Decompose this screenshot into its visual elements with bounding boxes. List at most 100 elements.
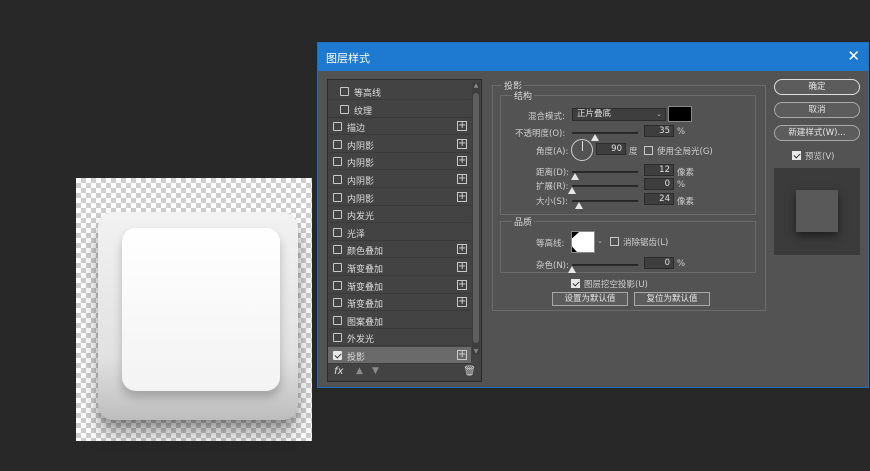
style-list-item[interactable]: 内阴影 + — [328, 153, 471, 171]
size-slider-thumb[interactable] — [574, 202, 583, 209]
distance-label: 距离(D): — [536, 168, 570, 178]
spread-slider-thumb[interactable] — [568, 187, 576, 194]
preview-checkbox[interactable] — [792, 151, 801, 160]
style-checkbox[interactable] — [333, 175, 342, 184]
style-list-item[interactable]: 内阴影 + — [328, 189, 471, 206]
style-label: 光泽 — [347, 229, 366, 240]
style-list-item[interactable]: 等高线 — [328, 83, 471, 100]
fx-button[interactable]: fx — [334, 366, 343, 377]
distance-slider-thumb[interactable] — [570, 173, 579, 180]
add-effect-icon[interactable]: + — [457, 156, 467, 167]
ok-button[interactable]: 确定 — [774, 79, 860, 95]
style-checkbox[interactable] — [333, 315, 342, 325]
chevron-down-icon: ⌄ — [656, 110, 662, 118]
opacity-slider[interactable] — [572, 132, 638, 134]
style-label: 纹理 — [354, 106, 373, 117]
global-light-checkbox[interactable] — [644, 146, 653, 155]
style-checkbox[interactable] — [333, 139, 342, 149]
style-checkbox[interactable] — [333, 263, 342, 272]
move-down-icon[interactable]: ▼ — [372, 366, 379, 376]
spread-input[interactable]: 0 — [644, 178, 674, 190]
close-icon[interactable]: ✕ — [847, 47, 860, 65]
styles-list: 等高线 纹理 描边 + 内阴影 + 内阴影 + 内阴影 + 内阴影 + 内发光 光泽 颜色叠加 + 渐变叠加 + 渐… — [327, 79, 482, 382]
noise-slider-thumb[interactable] — [568, 266, 576, 273]
size-input[interactable]: 24 — [644, 193, 674, 205]
style-checkbox[interactable] — [333, 351, 342, 360]
angle-dial[interactable] — [571, 139, 593, 161]
blend-mode-select[interactable]: 正片叠底 ⌄ — [572, 108, 666, 121]
style-checkbox[interactable] — [333, 227, 342, 237]
style-checkbox[interactable] — [333, 210, 342, 220]
opacity-input[interactable]: 35 — [644, 125, 674, 137]
style-list-item[interactable]: 颜色叠加 + — [328, 241, 471, 259]
style-list-item[interactable]: 描边 + — [328, 118, 471, 136]
style-list-item[interactable]: 内发光 — [328, 206, 471, 224]
reset-default-button[interactable]: 复位为默认值 — [634, 292, 710, 306]
opacity-label: 不透明度(O): — [515, 129, 566, 139]
opacity-slider-thumb[interactable] — [591, 134, 600, 141]
angle-label: 角度(A): — [536, 147, 569, 157]
angle-input[interactable]: 90 — [596, 143, 626, 155]
style-list-item[interactable]: 外发光 — [328, 329, 471, 347]
spread-slider[interactable] — [572, 185, 638, 187]
add-effect-icon[interactable]: + — [457, 279, 467, 290]
style-list-item[interactable]: 内阴影 + — [328, 171, 471, 188]
distance-slider[interactable] — [572, 171, 638, 173]
style-label: 内发光 — [347, 212, 375, 223]
style-checkbox[interactable] — [333, 245, 342, 255]
add-effect-icon[interactable]: + — [457, 244, 467, 255]
keycap-top — [122, 228, 280, 391]
cancel-button[interactable]: 取消 — [774, 102, 860, 118]
knockout-checkbox[interactable] — [571, 279, 580, 288]
style-checkbox[interactable] — [333, 333, 342, 343]
style-checkbox[interactable] — [333, 298, 342, 308]
style-list-item[interactable]: 渐变叠加 + — [328, 277, 471, 294]
style-checkbox[interactable] — [340, 104, 349, 114]
noise-unit: % — [677, 259, 686, 269]
new-style-button[interactable]: 新建样式(W)... — [774, 125, 860, 141]
noise-slider[interactable] — [572, 264, 638, 266]
style-checkbox[interactable] — [340, 87, 349, 96]
add-effect-icon[interactable]: + — [457, 191, 467, 202]
add-effect-icon[interactable]: + — [457, 297, 467, 308]
style-label: 外发光 — [347, 335, 375, 346]
style-list-item[interactable]: 图案叠加 — [328, 312, 471, 329]
contour-picker[interactable] — [571, 231, 595, 253]
style-checkbox[interactable] — [333, 122, 342, 132]
dialog-titlebar[interactable]: 图层样式 ✕ — [318, 43, 868, 71]
style-list-item[interactable]: 纹理 — [328, 101, 471, 118]
scroll-up-icon[interactable]: ▲ — [473, 83, 479, 89]
style-label: 内阴影 — [347, 159, 375, 170]
trash-icon[interactable]: 🗑 — [463, 366, 476, 377]
style-checkbox[interactable] — [333, 280, 342, 290]
layer-style-dialog: 图层样式 ✕ 等高线 纹理 描边 + 内阴影 + 内阴影 + 内阴影 + 内阴影 + 内发光 光泽 颜色叠加… — [317, 42, 869, 388]
noise-input[interactable]: 0 — [644, 257, 674, 269]
distance-input[interactable]: 12 — [644, 164, 674, 176]
style-checkbox[interactable] — [333, 157, 342, 167]
chevron-down-icon[interactable]: ⌄ — [597, 237, 603, 245]
add-effect-icon[interactable]: + — [457, 121, 467, 132]
drop-shadow-panel: 投影 结构 混合模式: 正片叠底 ⌄ 不透明度(O): 35 % 角度(A): … — [488, 79, 768, 382]
set-default-button[interactable]: 设置为默认值 — [552, 292, 628, 306]
add-effect-icon[interactable]: + — [457, 262, 467, 272]
distance-unit: 像素 — [677, 168, 695, 178]
styles-list-footer: fx ▲ ▼ 🗑 — [332, 364, 480, 380]
move-up-icon[interactable]: ▲ — [356, 366, 363, 376]
size-unit: 像素 — [677, 197, 695, 207]
style-list-item[interactable]: 内阴影 + — [328, 136, 471, 153]
scroll-down-icon[interactable]: ▼ — [473, 349, 479, 355]
style-checkbox[interactable] — [333, 192, 342, 202]
anti-alias-checkbox[interactable] — [610, 237, 619, 246]
style-list-item[interactable]: 投影 + — [328, 347, 471, 364]
add-effect-icon[interactable]: + — [457, 174, 467, 184]
style-list-item[interactable]: 渐变叠加 + — [328, 294, 471, 312]
list-scrollbar[interactable]: ▲ ▼ — [472, 83, 480, 355]
add-effect-icon[interactable]: + — [457, 350, 467, 360]
scrollbar-thumb[interactable] — [473, 93, 479, 343]
preview-swatch — [796, 190, 838, 232]
shadow-color-swatch[interactable] — [668, 106, 692, 122]
add-effect-icon[interactable]: + — [457, 138, 467, 149]
style-list-item[interactable]: 光泽 — [328, 224, 471, 241]
style-list-item[interactable]: 渐变叠加 + — [328, 259, 471, 276]
knockout-label: 图层挖空投影(U) — [584, 280, 648, 290]
